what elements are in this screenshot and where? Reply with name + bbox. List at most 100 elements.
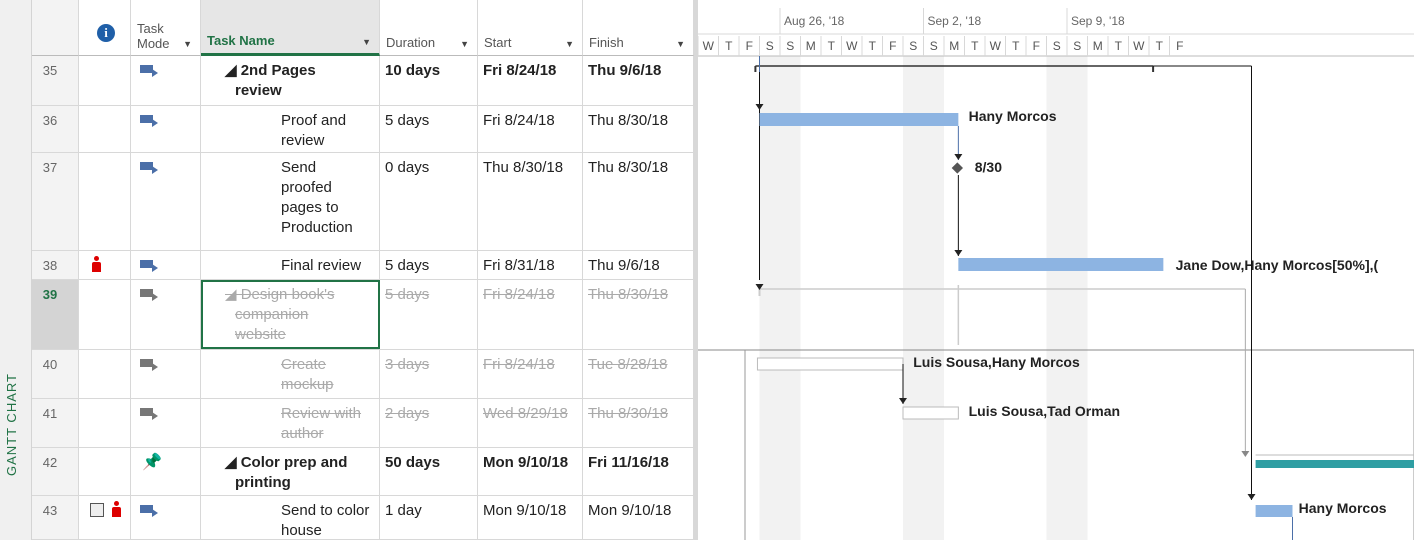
duration-cell[interactable]: 5 days xyxy=(380,280,478,349)
task-bar-36[interactable] xyxy=(759,113,959,126)
row-id-cell[interactable]: 36 xyxy=(32,106,79,152)
task-bar-43[interactable] xyxy=(1255,505,1293,517)
start-cell[interactable]: Fri 8/24/18 xyxy=(478,350,583,398)
finish-cell[interactable]: Thu 8/30/18 xyxy=(583,153,694,250)
task-mode-cell[interactable]: 📌 xyxy=(131,448,201,495)
header-task-mode-label: Task Mode xyxy=(137,21,170,51)
indicators-cell xyxy=(79,280,131,349)
task-bar-38[interactable] xyxy=(958,258,1164,271)
start-cell[interactable]: Fri 8/24/18 xyxy=(478,280,583,349)
chevron-down-icon[interactable]: ▼ xyxy=(565,39,574,49)
table-row[interactable]: 36 Proof and review 5 days Fri 8/24/18 Thu 8/… xyxy=(32,106,694,153)
task-name-text: Send xyxy=(281,159,317,176)
duration-cell[interactable]: 0 days xyxy=(380,153,478,250)
chevron-down-icon[interactable]: ▼ xyxy=(676,39,685,49)
chevron-down-icon[interactable]: ▼ xyxy=(460,39,469,49)
task-name-cell[interactable]: Create mockup xyxy=(201,350,380,398)
start-cell[interactable]: Mon 9/10/18 xyxy=(478,448,583,495)
finish-cell[interactable]: Thu 9/6/18 xyxy=(583,56,694,105)
day-label: F xyxy=(746,39,753,53)
day-label: M xyxy=(949,39,959,53)
row-id-cell[interactable]: 42 xyxy=(32,448,79,495)
table-row[interactable]: 39 ◢ Design book's companion website 5 days F… xyxy=(32,280,694,350)
duration-cell[interactable]: 3 days xyxy=(380,350,478,398)
duration-cell[interactable]: 10 days xyxy=(380,56,478,105)
table-row[interactable]: 43 Send to color house 1 day Mon 9/10/18 Mon … xyxy=(32,496,694,540)
day-label: S xyxy=(930,39,938,53)
notes-icon[interactable] xyxy=(90,503,104,517)
finish-cell[interactable]: Thu 8/30/18 xyxy=(583,399,694,447)
task-name-cell[interactable]: ◢ 2nd Pages review xyxy=(201,56,380,105)
resource-label-36: Hany Morcos xyxy=(969,108,1057,124)
chevron-down-icon[interactable]: ▼ xyxy=(362,37,371,47)
row-id-cell[interactable]: 40 xyxy=(32,350,79,398)
header-indicators[interactable]: i xyxy=(79,0,131,56)
finish-cell[interactable]: Tue 8/28/18 xyxy=(583,350,694,398)
start-cell[interactable]: Fri 8/24/18 xyxy=(478,56,583,105)
table-row[interactable]: 42 📌 ◢ Color prep and printing 50 days Mon 9/… xyxy=(32,448,694,496)
task-name-text: review xyxy=(281,132,325,149)
duration-cell[interactable]: 5 days xyxy=(380,106,478,152)
task-name-cell[interactable]: Review with author xyxy=(201,399,380,447)
task-mode-cell[interactable] xyxy=(131,496,201,539)
start-cell[interactable]: Thu 8/30/18 xyxy=(478,153,583,250)
chevron-down-icon[interactable]: ▼ xyxy=(183,39,192,49)
task-name-cell[interactable]: Final review xyxy=(201,251,380,279)
task-mode-cell[interactable] xyxy=(131,280,201,349)
task-mode-cell[interactable] xyxy=(131,106,201,152)
duration-cell[interactable]: 2 days xyxy=(380,399,478,447)
row-id-cell[interactable]: 43 xyxy=(32,496,79,539)
task-mode-cell[interactable] xyxy=(131,56,201,105)
duration-cell[interactable]: 5 days xyxy=(380,251,478,279)
task-name-cell[interactable]: Send to color house xyxy=(201,496,380,539)
duration-cell[interactable]: 50 days xyxy=(380,448,478,495)
header-task-name[interactable]: Task Name ▼ xyxy=(201,0,380,56)
header-start[interactable]: Start ▼ xyxy=(478,0,583,56)
summary-bar-42[interactable] xyxy=(1255,460,1414,468)
finish-cell[interactable]: Thu 8/30/18 xyxy=(583,280,694,349)
row-id-cell[interactable]: 37 xyxy=(32,153,79,250)
row-id-cell[interactable]: 35 xyxy=(32,56,79,105)
task-mode-cell[interactable] xyxy=(131,350,201,398)
arrowhead-icon xyxy=(954,250,963,256)
task-name-cell[interactable]: ◢ Design book's companion website xyxy=(201,280,380,349)
person-icon[interactable] xyxy=(92,256,101,272)
task-name-cell[interactable]: Proof and review xyxy=(201,106,380,152)
table-row[interactable]: 35 ◢ 2nd Pages review 10 days Fri 8/24/18 Thu… xyxy=(32,56,694,106)
header-task-mode[interactable]: Task Mode ▼ xyxy=(131,0,201,56)
table-row[interactable]: 41 Review with author 2 days Wed 8/29/18 Thu … xyxy=(32,399,694,448)
finish-cell[interactable]: Fri 11/16/18 xyxy=(583,448,694,495)
header-finish[interactable]: Finish ▼ xyxy=(583,0,694,56)
row-id-cell[interactable]: 38 xyxy=(32,251,79,279)
person-icon[interactable] xyxy=(112,501,121,517)
start-cell[interactable]: Fri 8/24/18 xyxy=(478,106,583,152)
milestone-37[interactable] xyxy=(951,162,964,174)
row-id-cell[interactable]: 39 xyxy=(32,280,79,349)
select-all-corner[interactable] xyxy=(32,0,79,56)
task-mode-cell[interactable] xyxy=(131,153,201,250)
task-bar-40[interactable] xyxy=(756,357,904,371)
task-bar-41[interactable] xyxy=(902,406,959,420)
start-cell[interactable]: Fri 8/31/18 xyxy=(478,251,583,279)
day-label: S xyxy=(909,39,917,53)
task-mode-cell[interactable] xyxy=(131,251,201,279)
duration-cell[interactable]: 1 day xyxy=(380,496,478,539)
start-cell[interactable]: Wed 8/29/18 xyxy=(478,399,583,447)
finish-cell[interactable]: Thu 9/6/18 xyxy=(583,251,694,279)
task-name-cell[interactable]: Send proofed pages to Production xyxy=(201,153,380,250)
resource-label-41: Luis Sousa,Tad Orman xyxy=(969,403,1120,419)
header-duration[interactable]: Duration ▼ xyxy=(380,0,478,56)
table-row[interactable]: 37 Send proofed pages to Production 0 days Thu… xyxy=(32,153,694,251)
header-start-label: Start xyxy=(484,35,512,50)
task-mode-cell[interactable] xyxy=(131,399,201,447)
table-row[interactable]: 38 Final review 5 days Fri 8/31/18 Thu 9/6/1… xyxy=(32,251,694,280)
start-cell[interactable]: Mon 9/10/18 xyxy=(478,496,583,539)
day-label: F xyxy=(1033,39,1040,53)
row-id-cell[interactable]: 41 xyxy=(32,399,79,447)
day-label: W xyxy=(1133,39,1145,53)
table-row[interactable]: 40 Create mockup 3 days Fri 8/24/18 Tue 8/28/… xyxy=(32,350,694,399)
task-name-cell[interactable]: ◢ Color prep and printing xyxy=(201,448,380,495)
finish-cell[interactable]: Thu 8/30/18 xyxy=(583,106,694,152)
weekend-shade xyxy=(1046,56,1067,540)
finish-cell[interactable]: Mon 9/10/18 xyxy=(583,496,694,539)
